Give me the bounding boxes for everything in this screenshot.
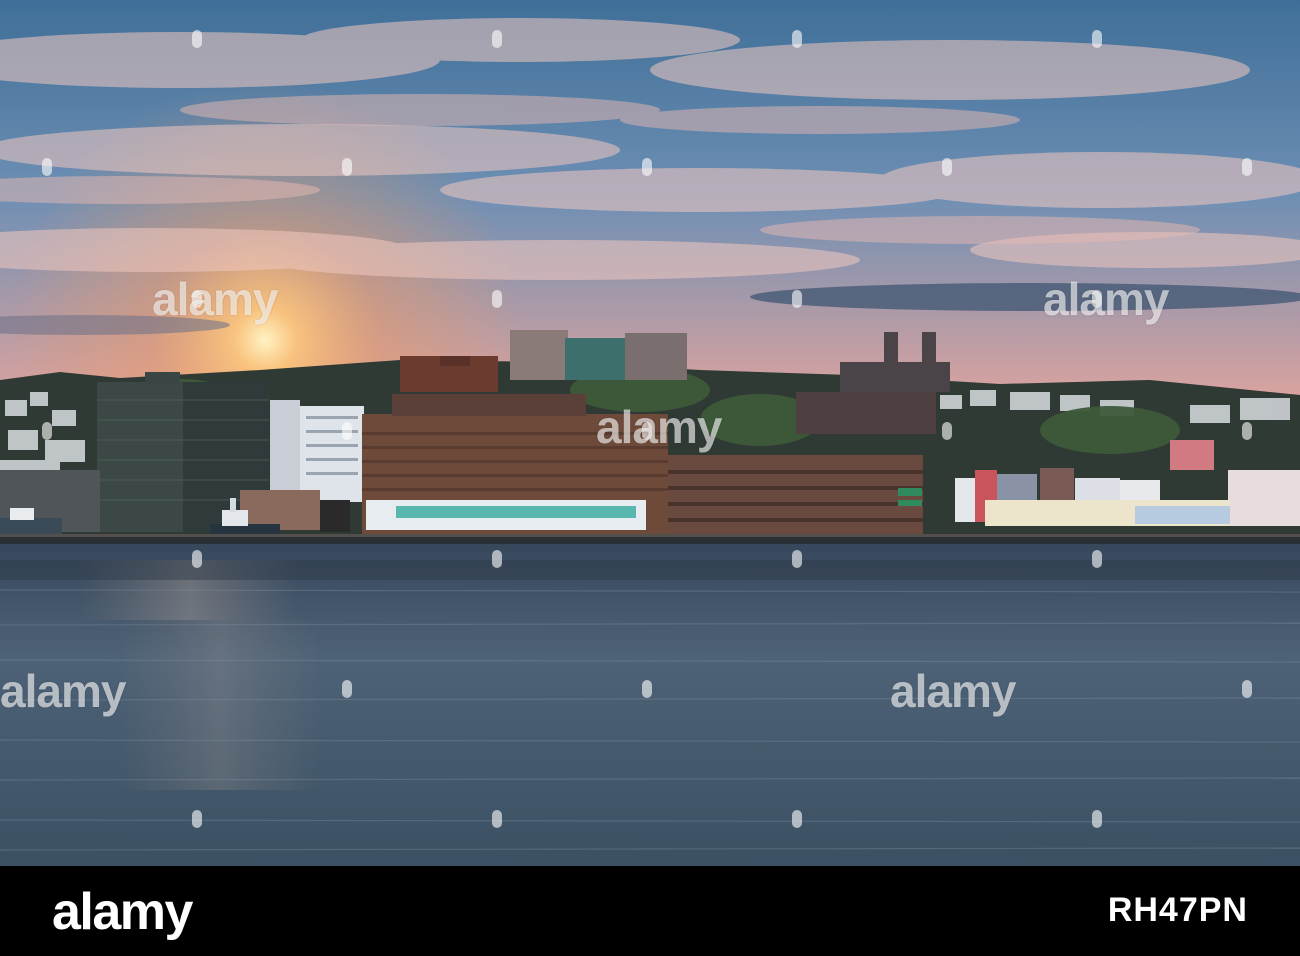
watermark-dot bbox=[342, 680, 352, 698]
watermark-dot bbox=[642, 680, 652, 698]
watermark-dot bbox=[492, 30, 502, 48]
watermark-text: alamy bbox=[1043, 273, 1169, 325]
watermark-text: alamy bbox=[0, 665, 126, 717]
white-office bbox=[300, 406, 364, 502]
parking-garage bbox=[668, 455, 923, 535]
watermark-text: alamy bbox=[890, 665, 1016, 717]
watermark-dot bbox=[792, 550, 802, 568]
watermark-dot bbox=[42, 158, 52, 176]
watermark-dot bbox=[792, 810, 802, 828]
watermark-dot bbox=[1242, 158, 1252, 176]
stock-photo-frame: alamy alamy alamy alamy alamy alamy RH47… bbox=[0, 0, 1300, 956]
watermark-text: alamy bbox=[152, 273, 278, 325]
watermark-dot bbox=[192, 30, 202, 48]
harbour-sunset-photo: alamy alamy alamy alamy alamy bbox=[0, 0, 1300, 866]
watermark-dot bbox=[492, 550, 502, 568]
watermark-dot bbox=[492, 290, 502, 308]
watermark-dot bbox=[1092, 550, 1102, 568]
image-id: RH47PN bbox=[1107, 891, 1248, 929]
watermark-dot bbox=[342, 158, 352, 176]
watermark-dot bbox=[342, 422, 352, 440]
watermark-dot bbox=[1092, 810, 1102, 828]
watermark-dot bbox=[642, 158, 652, 176]
watermark-dot bbox=[1242, 680, 1252, 698]
watermark-dot bbox=[1092, 30, 1102, 48]
watermark-dot bbox=[942, 422, 952, 440]
watermark-text: alamy bbox=[596, 401, 722, 453]
watermark-dot bbox=[792, 290, 802, 308]
watermark-dot bbox=[492, 810, 502, 828]
watermark-dot bbox=[192, 550, 202, 568]
watermark-dot bbox=[192, 810, 202, 828]
stock-footer-bar: alamy RH47PN bbox=[0, 866, 1300, 956]
watermark-dot bbox=[42, 422, 52, 440]
watermark-dot bbox=[942, 158, 952, 176]
alamy-logo: alamy bbox=[52, 883, 193, 941]
watermark-dot bbox=[792, 30, 802, 48]
watermark-dot bbox=[1242, 422, 1252, 440]
